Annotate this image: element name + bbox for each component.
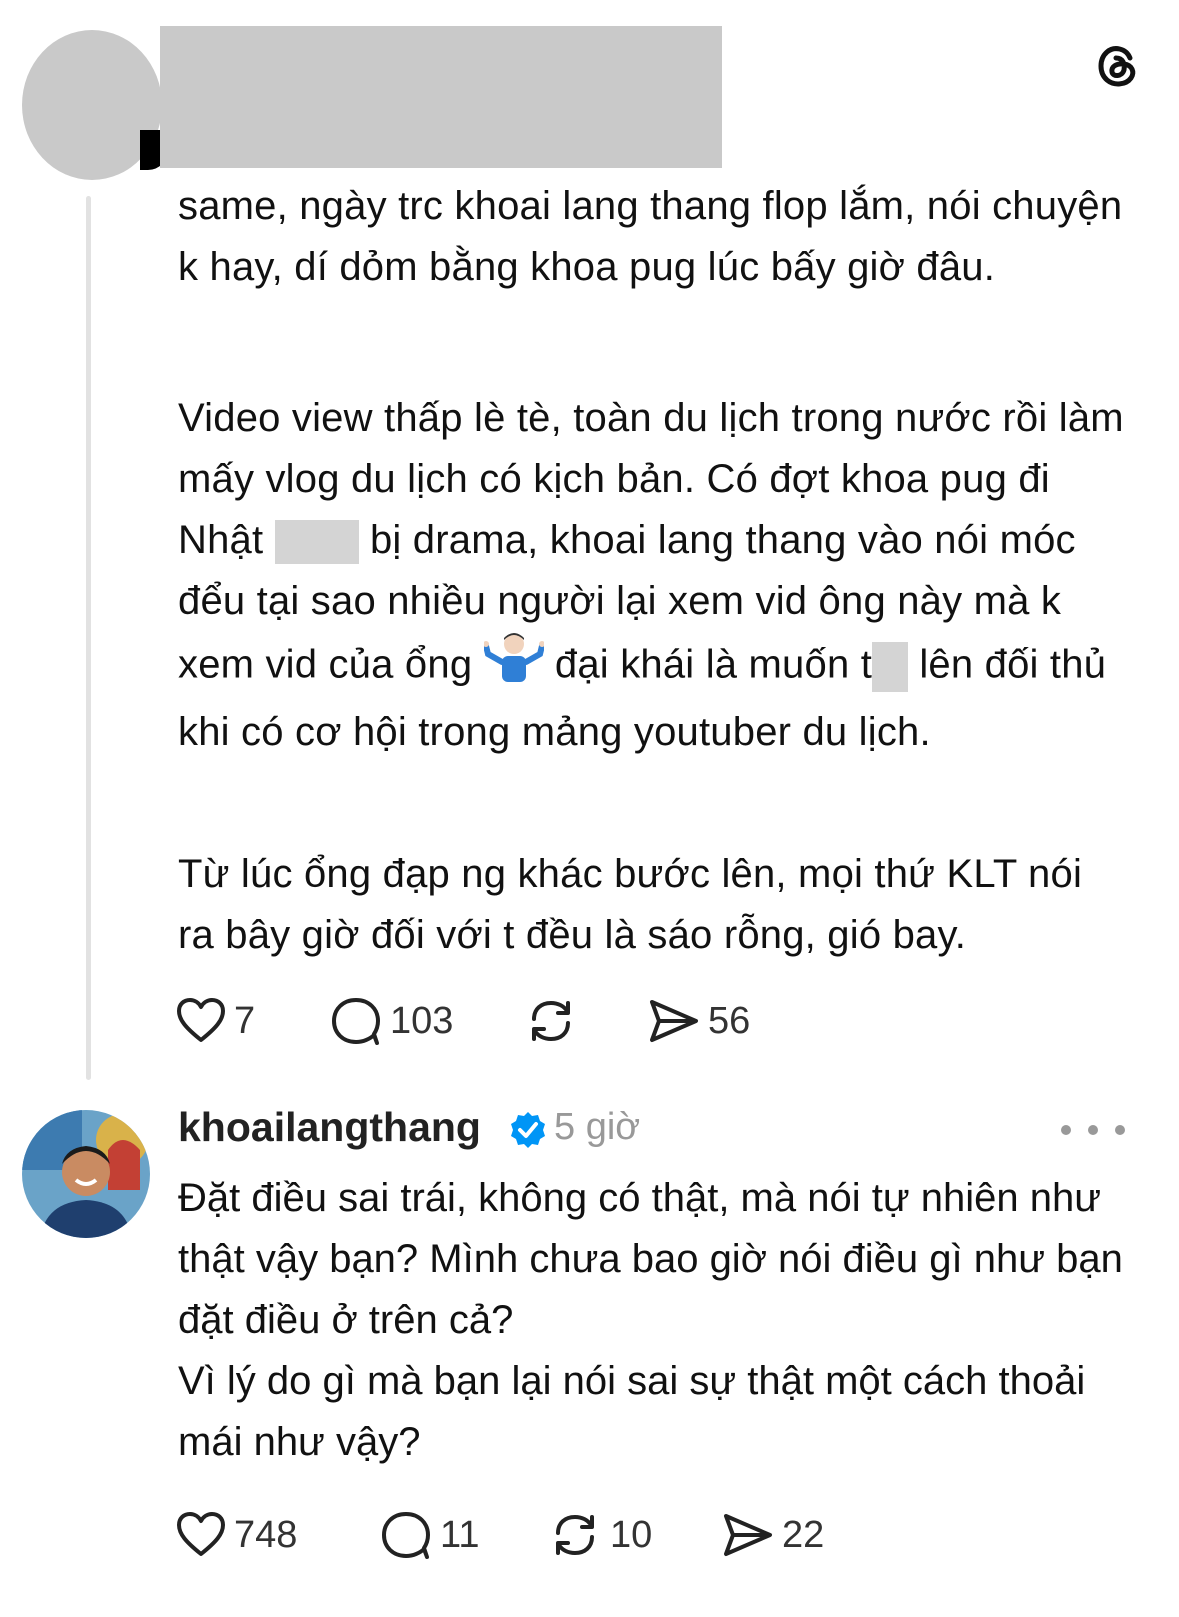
share-button[interactable]: 56 bbox=[648, 998, 750, 1044]
like-count: 748 bbox=[234, 1513, 298, 1556]
more-dots-icon[interactable] bbox=[1058, 1122, 1128, 1138]
repost-icon bbox=[556, 1514, 594, 1556]
redacted-word bbox=[274, 520, 359, 565]
post-paragraph-1: same, ngày trc khoai lang thang flop lắm… bbox=[178, 176, 1128, 298]
avatar[interactable] bbox=[22, 1110, 150, 1238]
repost-icon bbox=[532, 1000, 570, 1042]
reply-body: Đặt điều sai trái, không có thật, mà nói… bbox=[178, 1168, 1128, 1473]
post-text: Từ lúc ổng đạp ng khác bước lên, mọi thứ… bbox=[178, 852, 1083, 957]
post-paragraph-2: Video view thấp lè tè, toàn du lịch tron… bbox=[178, 388, 1128, 763]
send-icon bbox=[724, 1514, 772, 1556]
comment-count: 11 bbox=[440, 1513, 480, 1556]
reply-text: Vì lý do gì mà bạn lại nói sai sự thật m… bbox=[178, 1359, 1086, 1464]
repost-button[interactable] bbox=[524, 997, 648, 1045]
post2-actions: 748 11 10 22 bbox=[176, 1510, 824, 1560]
post-text: đại khái là muốn t bbox=[543, 642, 873, 687]
post1-actions: 7 103 56 bbox=[176, 996, 750, 1046]
comment-button[interactable]: 11 bbox=[380, 1511, 548, 1559]
comment-bubble-icon bbox=[332, 998, 380, 1045]
verified-badge-icon bbox=[511, 1112, 545, 1148]
heart-icon bbox=[177, 998, 225, 1042]
redacted-word bbox=[872, 642, 909, 692]
redacted-username bbox=[160, 26, 722, 168]
repost-count: 10 bbox=[610, 1513, 653, 1556]
post-paragraph-3: Từ lúc ổng đạp ng khác bước lên, mọi thứ… bbox=[178, 844, 1128, 966]
like-count: 7 bbox=[234, 999, 256, 1042]
thread-connector-line bbox=[86, 196, 91, 1080]
shrugging-person-emoji bbox=[482, 632, 545, 702]
reply-text: Đặt điều sai trái, không có thật, mà nói… bbox=[178, 1176, 1123, 1342]
comment-button[interactable]: 103 bbox=[330, 997, 524, 1045]
like-button[interactable]: 748 bbox=[176, 1512, 380, 1558]
threads-logo-icon bbox=[1098, 46, 1136, 87]
avatar-image bbox=[22, 1110, 150, 1238]
send-icon bbox=[650, 1000, 698, 1042]
share-count: 22 bbox=[782, 1513, 825, 1556]
author-username[interactable]: khoailangthang bbox=[178, 1104, 481, 1151]
share-button[interactable]: 22 bbox=[722, 1512, 824, 1558]
repost-button[interactable]: 10 bbox=[548, 1511, 722, 1559]
post-text: same, ngày trc khoai lang thang flop lắm… bbox=[178, 184, 1123, 289]
like-button[interactable]: 7 bbox=[176, 998, 330, 1044]
post-time: 5 giờ bbox=[554, 1106, 641, 1148]
comment-bubble-icon bbox=[382, 1512, 430, 1559]
share-count: 56 bbox=[708, 999, 751, 1042]
comment-count: 103 bbox=[390, 999, 454, 1042]
heart-icon bbox=[177, 1512, 225, 1556]
